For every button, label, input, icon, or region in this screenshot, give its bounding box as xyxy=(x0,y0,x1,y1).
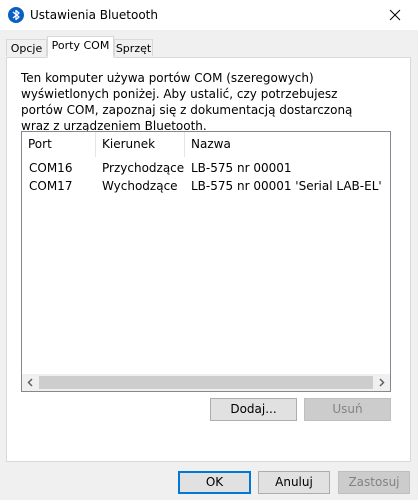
name-cell: LB-575 nr 00001 xyxy=(191,161,292,175)
tab-options[interactable]: Opcje xyxy=(6,39,47,56)
name-cell: LB-575 nr 00001 'Serial LAB-EL' xyxy=(191,179,382,193)
com-ports-list[interactable]: Port Kierunek Nazwa COM16 Przychodzące L… xyxy=(21,131,391,392)
ports-description: Ten komputer używa portów COM (szeregowy… xyxy=(21,71,353,133)
tab-strip: Opcje Porty COM Sprzęt xyxy=(0,30,418,58)
tab-com-ports[interactable]: Porty COM xyxy=(47,36,114,58)
close-icon xyxy=(389,9,401,21)
tab-hardware[interactable]: Sprzęt xyxy=(114,39,153,56)
title-bar: Ustawienia Bluetooth xyxy=(0,0,418,30)
scrollbar-thumb[interactable] xyxy=(39,376,373,389)
list-header: Port Kierunek Nazwa xyxy=(22,132,390,157)
bluetooth-icon xyxy=(8,7,24,23)
close-button[interactable] xyxy=(372,0,418,30)
direction-cell: Przychodzące xyxy=(102,161,185,175)
list-row[interactable]: COM16 Przychodzące LB-575 nr 00001 xyxy=(22,160,390,177)
com-ports-page: Ten komputer używa portów COM (szeregowy… xyxy=(6,57,411,462)
window-title: Ustawienia Bluetooth xyxy=(30,8,158,22)
scroll-left-arrow-icon[interactable] xyxy=(22,374,39,391)
horizontal-scrollbar[interactable] xyxy=(22,374,390,391)
port-cell: COM16 xyxy=(29,161,73,175)
column-header-name[interactable]: Nazwa xyxy=(185,132,390,157)
add-button[interactable]: Dodaj... xyxy=(210,398,297,421)
ok-button[interactable]: OK xyxy=(178,471,251,494)
remove-button[interactable]: Usuń xyxy=(304,398,391,421)
port-cell: COM17 xyxy=(29,179,73,193)
list-row[interactable]: COM17 Wychodzące LB-575 nr 00001 'Serial… xyxy=(22,178,390,195)
scroll-right-arrow-icon[interactable] xyxy=(373,374,390,391)
apply-button[interactable]: Zastosuj xyxy=(338,471,410,494)
column-header-direction[interactable]: Kierunek xyxy=(96,132,185,157)
cancel-button[interactable]: Anuluj xyxy=(258,471,330,494)
direction-cell: Wychodzące xyxy=(102,179,178,193)
column-header-port[interactable]: Port xyxy=(22,132,96,157)
bluetooth-settings-window: Ustawienia Bluetooth Opcje Porty COM Spr… xyxy=(0,0,418,500)
